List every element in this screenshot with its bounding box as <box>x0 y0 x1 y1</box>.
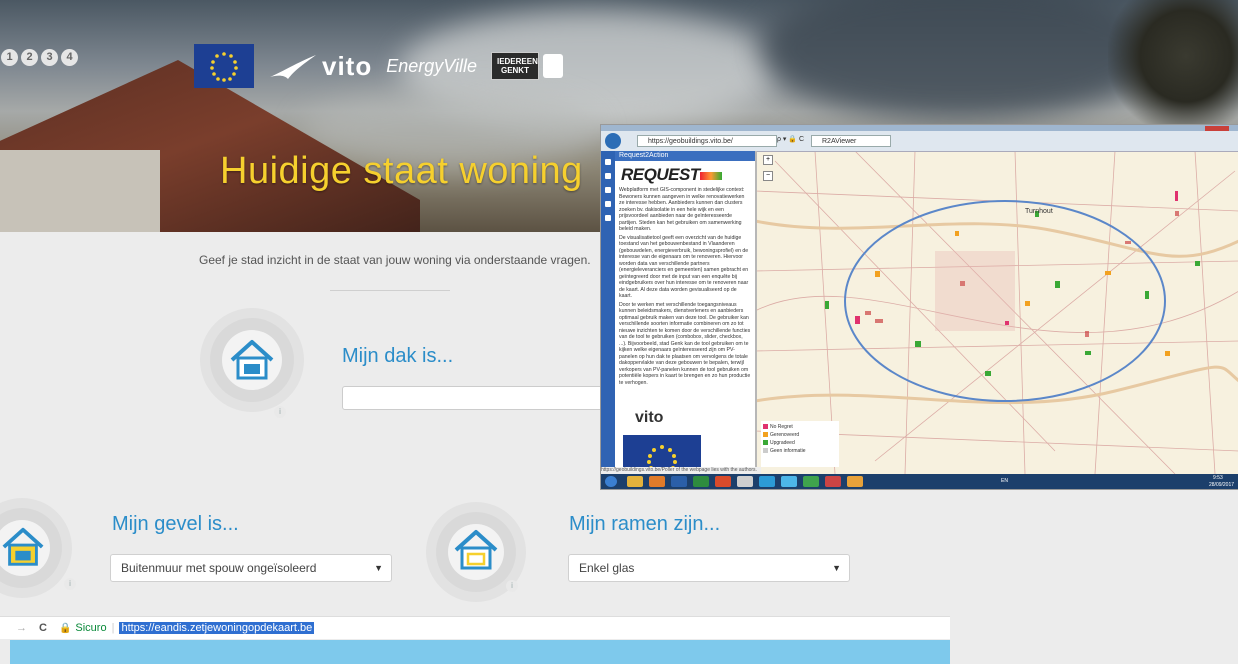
outlook-icon[interactable] <box>649 476 665 487</box>
firefox-icon[interactable] <box>847 476 863 487</box>
windows-select[interactable]: Enkel glas ▼ <box>568 554 850 582</box>
windows-taskbar: EN 9:53 28/09/2017 <box>601 474 1238 489</box>
facade-select-value: Buitenmuur met spouw ongeïsoleerd <box>121 561 317 575</box>
excel-icon[interactable] <box>693 476 709 487</box>
town-label: Turnhout <box>1025 208 1053 215</box>
word-icon[interactable] <box>671 476 687 487</box>
tray-time[interactable]: 9:53 <box>1213 475 1223 481</box>
map-legend: No Regret Gerenoveerd Upgradeed Geen inf… <box>761 421 839 467</box>
map-tab[interactable]: R2AViewer <box>811 135 891 147</box>
info-icon[interactable]: i <box>64 578 76 590</box>
house-icon <box>454 530 498 570</box>
zoom-in-button[interactable]: + <box>763 155 773 165</box>
explorer-icon[interactable] <box>627 476 643 487</box>
panel-paragraph-3: Door te werken met verschillende toegang… <box>619 301 751 386</box>
layers-icon[interactable] <box>605 173 611 179</box>
eu-flag-logo <box>194 44 254 88</box>
windows-house-icon-wrap: i <box>436 512 518 592</box>
legend-item-0: No Regret <box>763 423 837 431</box>
ie-browser-bar: https://geobuildings.vito.be/ ρ ▾ 🔒 C R2… <box>601 125 1238 152</box>
skype-icon[interactable] <box>759 476 775 487</box>
address-tools[interactable]: ρ ▾ 🔒 C <box>777 135 804 143</box>
intro-text: Geef je stad inzicht in de staat van jou… <box>199 253 591 267</box>
step-2[interactable]: 2 <box>21 49 38 66</box>
tray-date[interactable]: 28/09/2017 <box>1209 482 1234 488</box>
user-icon[interactable] <box>605 187 611 193</box>
app-icon[interactable] <box>737 476 753 487</box>
windows-select-value: Enkel glas <box>579 561 635 575</box>
panel-title: Request2Action <box>615 151 755 161</box>
chevron-down-icon: ▼ <box>832 563 841 573</box>
zoom-out-button[interactable]: − <box>763 171 773 181</box>
close-icon[interactable] <box>1205 126 1229 131</box>
genk-emblem-icon <box>542 54 563 78</box>
map-viewer-screenshot: Turnhout https://geobuildings.vito.be/ ρ… <box>600 124 1238 490</box>
genk-logo: IEDEREEN GENKT <box>490 52 539 80</box>
panel-paragraph-1: Webplatform met GIS-component in stedeli… <box>619 187 745 232</box>
ie-icon[interactable] <box>781 476 797 487</box>
lock-icon: 🔒 <box>58 622 72 634</box>
menu-icon[interactable] <box>605 159 611 165</box>
divider <box>330 290 450 291</box>
map-side-toolbar <box>601 151 615 473</box>
info-icon[interactable]: i <box>506 580 518 592</box>
info-panel: Request2Action REQUEST Webplatform met G… <box>615 151 757 473</box>
windows-label: Mijn ramen zijn... <box>569 513 721 535</box>
vito-swoosh-icon <box>270 55 316 79</box>
acrobat-icon[interactable] <box>825 476 841 487</box>
powerpoint-icon[interactable] <box>715 476 731 487</box>
filter-icon[interactable] <box>605 215 611 221</box>
status-bar: https://geobuildings.vito.be/Poller of t… <box>601 467 761 480</box>
request2action-logo: REQUEST <box>621 165 755 185</box>
legend-item-1: Gerenoveerd <box>763 431 837 439</box>
page-title: Huidige staat woning <box>220 150 583 192</box>
vito-logo: vito <box>635 409 664 426</box>
legend-item-3: Geen informatie <box>763 447 837 455</box>
forward-button[interactable]: → <box>16 622 27 634</box>
reload-button[interactable]: C <box>39 622 47 634</box>
house-icon <box>230 340 274 380</box>
energyville-logo: EnergyVille <box>386 55 477 76</box>
step-3[interactable]: 3 <box>41 49 58 66</box>
step-4[interactable]: 4 <box>61 49 78 66</box>
url-field[interactable]: https://eandis.zetjewoningopdekaart.be <box>119 622 315 634</box>
house-icon <box>2 527 44 566</box>
tree-photo <box>1108 0 1238 140</box>
settings-icon[interactable] <box>605 201 611 207</box>
secure-label: Sicuro <box>75 622 107 634</box>
partner-logos: vito EnergyVille IEDEREEN GENKT <box>194 42 563 90</box>
panel-paragraph-2: De visualisatietool geeft een overzicht … <box>619 234 749 300</box>
map-url-field[interactable]: https://geobuildings.vito.be/ <box>637 135 777 147</box>
tray-language[interactable]: EN <box>1001 478 1008 484</box>
facade-house-icon-wrap: i <box>0 508 76 590</box>
roof-select[interactable] <box>342 386 606 410</box>
back-icon[interactable] <box>605 133 621 149</box>
roof-label: Mijn dak is... <box>342 345 454 367</box>
facade-select[interactable]: Buitenmuur met spouw ongeïsoleerd ▼ <box>110 554 392 582</box>
legend-item-2: Upgradeed <box>763 439 837 447</box>
chrome-icon[interactable] <box>803 476 819 487</box>
page-header-band <box>10 640 950 664</box>
chevron-down-icon: ▼ <box>374 563 383 573</box>
facade-label: Mijn gevel is... <box>112 513 239 535</box>
browser-address-bar: → C 🔒 Sicuro | https://eandis.zetjewonin… <box>0 616 950 639</box>
step-indicator: 1234 <box>1 47 81 66</box>
start-button[interactable] <box>605 476 617 487</box>
vito-logo: vito <box>322 50 373 81</box>
step-1[interactable]: 1 <box>1 49 18 66</box>
roof-house-icon-wrap: i <box>210 318 294 418</box>
info-icon[interactable]: i <box>274 406 286 418</box>
